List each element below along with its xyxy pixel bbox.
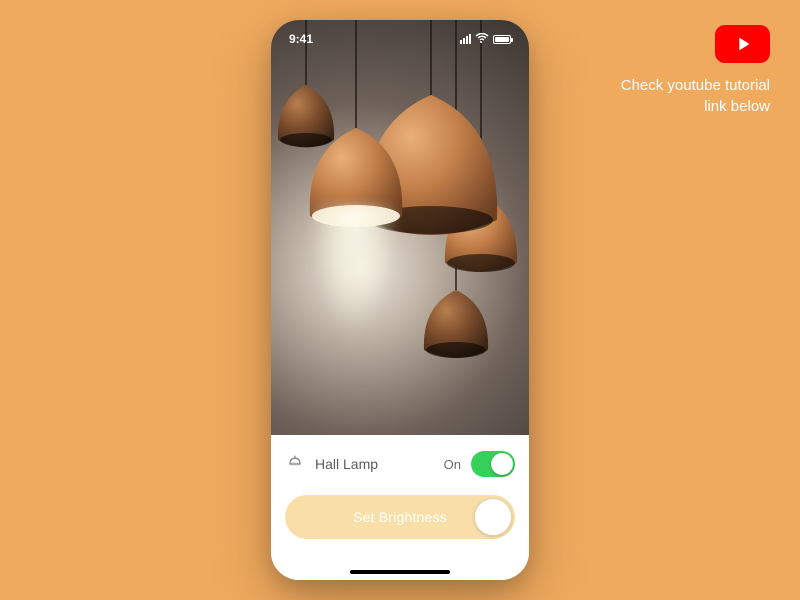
control-panel: Hall Lamp On Set Brightness xyxy=(271,435,529,580)
tutorial-callout: Check youtube tutorial link below xyxy=(621,25,770,117)
status-bar: 9:41 xyxy=(271,32,529,46)
play-icon xyxy=(732,33,754,55)
battery-icon xyxy=(493,35,511,44)
device-state-group: On xyxy=(444,451,515,477)
toggle-knob xyxy=(491,453,513,475)
tutorial-line1: Check youtube tutorial xyxy=(621,75,770,96)
signal-icon xyxy=(460,34,471,44)
status-indicators xyxy=(460,33,511,46)
hero-image xyxy=(271,20,529,435)
device-state-label: On xyxy=(444,457,461,472)
wifi-icon xyxy=(475,33,489,46)
lamp-icon xyxy=(285,454,305,474)
brightness-label: Set Brightness xyxy=(353,509,447,525)
set-brightness-button[interactable]: Set Brightness xyxy=(285,495,515,539)
device-label-group: Hall Lamp xyxy=(285,454,378,474)
tutorial-text: Check youtube tutorial link below xyxy=(621,75,770,117)
youtube-icon[interactable] xyxy=(715,25,770,63)
tutorial-line2: link below xyxy=(621,96,770,117)
device-row: Hall Lamp On xyxy=(285,451,515,477)
status-time: 9:41 xyxy=(289,32,313,46)
brightness-slider-knob[interactable] xyxy=(474,498,512,536)
home-indicator[interactable] xyxy=(350,570,450,574)
power-toggle[interactable] xyxy=(471,451,515,477)
device-name: Hall Lamp xyxy=(315,456,378,472)
phone-frame: 9:41 xyxy=(271,20,529,580)
